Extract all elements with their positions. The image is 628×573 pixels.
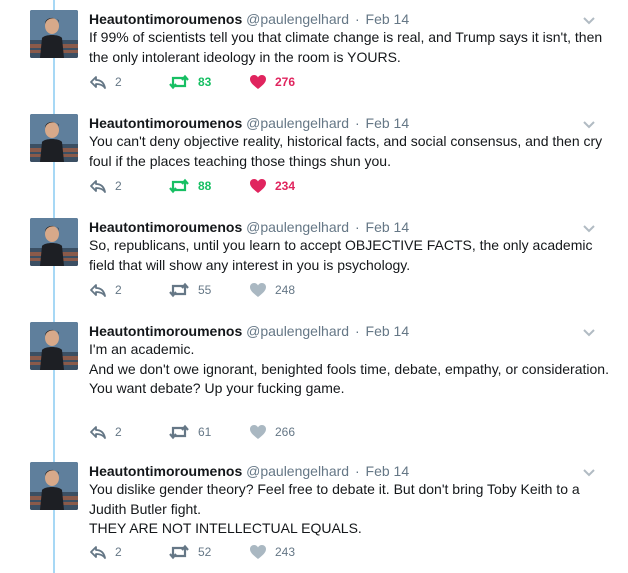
retweet-button[interactable]: 55 xyxy=(168,281,211,299)
heart-icon xyxy=(249,282,267,298)
tweet-text-line: And we don't owe ignorant, benighted foo… xyxy=(89,360,609,377)
avatar[interactable] xyxy=(30,322,78,370)
chevron-down-icon[interactable] xyxy=(582,221,596,233)
retweet-count: 83 xyxy=(198,75,212,89)
chevron-down-icon[interactable] xyxy=(582,325,596,337)
like-button[interactable]: 248 xyxy=(249,281,295,299)
display-name[interactable]: Heautontimoroumenos xyxy=(89,323,242,339)
reply-icon xyxy=(89,178,107,194)
reply-button[interactable]: 2 xyxy=(89,73,122,91)
retweet-icon xyxy=(168,282,190,298)
separator: · xyxy=(354,219,360,235)
heart-icon xyxy=(249,544,267,560)
avatar[interactable] xyxy=(30,218,78,266)
retweet-count: 52 xyxy=(198,545,212,559)
chevron-down-icon[interactable] xyxy=(582,13,596,25)
like-count: 234 xyxy=(275,179,296,193)
reply-count: 2 xyxy=(115,179,122,193)
tweet-date[interactable]: Feb 14 xyxy=(366,219,410,235)
reply-button[interactable]: 2 xyxy=(89,543,122,561)
like-count: 276 xyxy=(275,75,296,89)
user-handle[interactable]: @paulengelhard xyxy=(246,323,349,339)
tweet-text-line: You can't deny objective reality, histor… xyxy=(89,133,603,169)
reply-button[interactable]: 2 xyxy=(89,423,122,441)
retweet-icon xyxy=(168,178,190,194)
separator: · xyxy=(354,11,360,27)
heart-icon xyxy=(249,74,267,90)
reply-icon xyxy=(89,424,107,440)
like-button[interactable]: 243 xyxy=(249,543,295,561)
separator: · xyxy=(354,463,360,479)
reply-icon xyxy=(89,544,107,560)
chevron-down-icon[interactable] xyxy=(582,465,596,477)
display-name[interactable]: Heautontimoroumenos xyxy=(89,11,242,27)
reply-count: 2 xyxy=(115,425,122,439)
retweet-button[interactable]: 88 xyxy=(168,177,211,195)
tweet-date[interactable]: Feb 14 xyxy=(366,11,410,27)
display-name[interactable]: Heautontimoroumenos xyxy=(89,115,242,131)
tweet-text-line: You want debate? Up your fucking game. xyxy=(89,380,345,396)
retweet-button[interactable]: 61 xyxy=(168,423,211,441)
reply-icon xyxy=(89,74,107,90)
tweet[interactable]: Heautontimoroumenos @paulengelhard · Feb… xyxy=(0,114,628,204)
tweet-text-line: You dislike gender theory? Feel free to … xyxy=(89,481,580,517)
display-name[interactable]: Heautontimoroumenos xyxy=(89,219,242,235)
separator: · xyxy=(354,323,360,339)
like-button[interactable]: 234 xyxy=(249,177,295,195)
tweet-text-line: THEY ARE NOT INTELLECTUAL EQUALS. xyxy=(89,520,362,536)
like-count: 248 xyxy=(275,283,296,297)
tweet-text: You dislike gender theory? Feel free to … xyxy=(89,480,609,539)
like-button[interactable]: 266 xyxy=(249,423,295,441)
tweet-date[interactable]: Feb 14 xyxy=(366,115,410,131)
retweet-icon xyxy=(168,74,190,90)
tweet-header: Heautontimoroumenos @paulengelhard · Feb… xyxy=(89,462,409,480)
tweet-header: Heautontimoroumenos @paulengelhard · Feb… xyxy=(89,218,409,236)
tweet-text: If 99% of scientists tell you that clima… xyxy=(89,28,609,67)
avatar[interactable] xyxy=(30,10,78,58)
avatar[interactable] xyxy=(30,114,78,162)
like-count: 243 xyxy=(275,545,296,559)
chevron-down-icon[interactable] xyxy=(582,117,596,129)
tweet-text: I'm an academic. And we don't owe ignora… xyxy=(89,340,609,399)
tweet-header: Heautontimoroumenos @paulengelhard · Feb… xyxy=(89,322,409,340)
like-count: 266 xyxy=(275,425,296,439)
retweet-button[interactable]: 52 xyxy=(168,543,211,561)
tweet-date[interactable]: Feb 14 xyxy=(366,463,410,479)
reply-icon xyxy=(89,282,107,298)
like-button[interactable]: 276 xyxy=(249,73,295,91)
retweet-icon xyxy=(168,544,190,560)
tweet[interactable]: Heautontimoroumenos @paulengelhard · Feb… xyxy=(0,322,628,450)
retweet-count: 88 xyxy=(198,179,212,193)
heart-icon xyxy=(249,424,267,440)
tweet-text-line: I'm an academic. xyxy=(89,341,195,357)
retweet-icon xyxy=(168,424,190,440)
retweet-button[interactable]: 83 xyxy=(168,73,211,91)
tweet-text: So, republicans, until you learn to acce… xyxy=(89,236,609,275)
tweet[interactable]: Heautontimoroumenos @paulengelhard · Feb… xyxy=(0,218,628,308)
user-handle[interactable]: @paulengelhard xyxy=(246,11,349,27)
reply-count: 2 xyxy=(115,545,122,559)
tweet-text-line: So, republicans, until you learn to acce… xyxy=(89,237,593,273)
reply-count: 2 xyxy=(115,75,122,89)
separator: · xyxy=(354,115,360,131)
tweet-text: You can't deny objective reality, histor… xyxy=(89,132,609,171)
heart-icon xyxy=(249,178,267,194)
retweet-count: 55 xyxy=(198,283,212,297)
avatar[interactable] xyxy=(30,462,78,510)
reply-button[interactable]: 2 xyxy=(89,281,122,299)
tweet[interactable]: Heautontimoroumenos @paulengelhard · Feb… xyxy=(0,462,628,570)
reply-count: 2 xyxy=(115,283,122,297)
tweet-header: Heautontimoroumenos @paulengelhard · Feb… xyxy=(89,10,409,28)
display-name[interactable]: Heautontimoroumenos xyxy=(89,463,242,479)
retweet-count: 61 xyxy=(198,425,212,439)
user-handle[interactable]: @paulengelhard xyxy=(246,219,349,235)
tweet-date[interactable]: Feb 14 xyxy=(366,323,410,339)
reply-button[interactable]: 2 xyxy=(89,177,122,195)
tweet-header: Heautontimoroumenos @paulengelhard · Feb… xyxy=(89,114,409,132)
tweet[interactable]: Heautontimoroumenos @paulengelhard · Feb… xyxy=(0,10,628,100)
user-handle[interactable]: @paulengelhard xyxy=(246,463,349,479)
user-handle[interactable]: @paulengelhard xyxy=(246,115,349,131)
thread-line xyxy=(53,0,55,10)
tweet-text-line: If 99% of scientists tell you that clima… xyxy=(89,29,603,65)
